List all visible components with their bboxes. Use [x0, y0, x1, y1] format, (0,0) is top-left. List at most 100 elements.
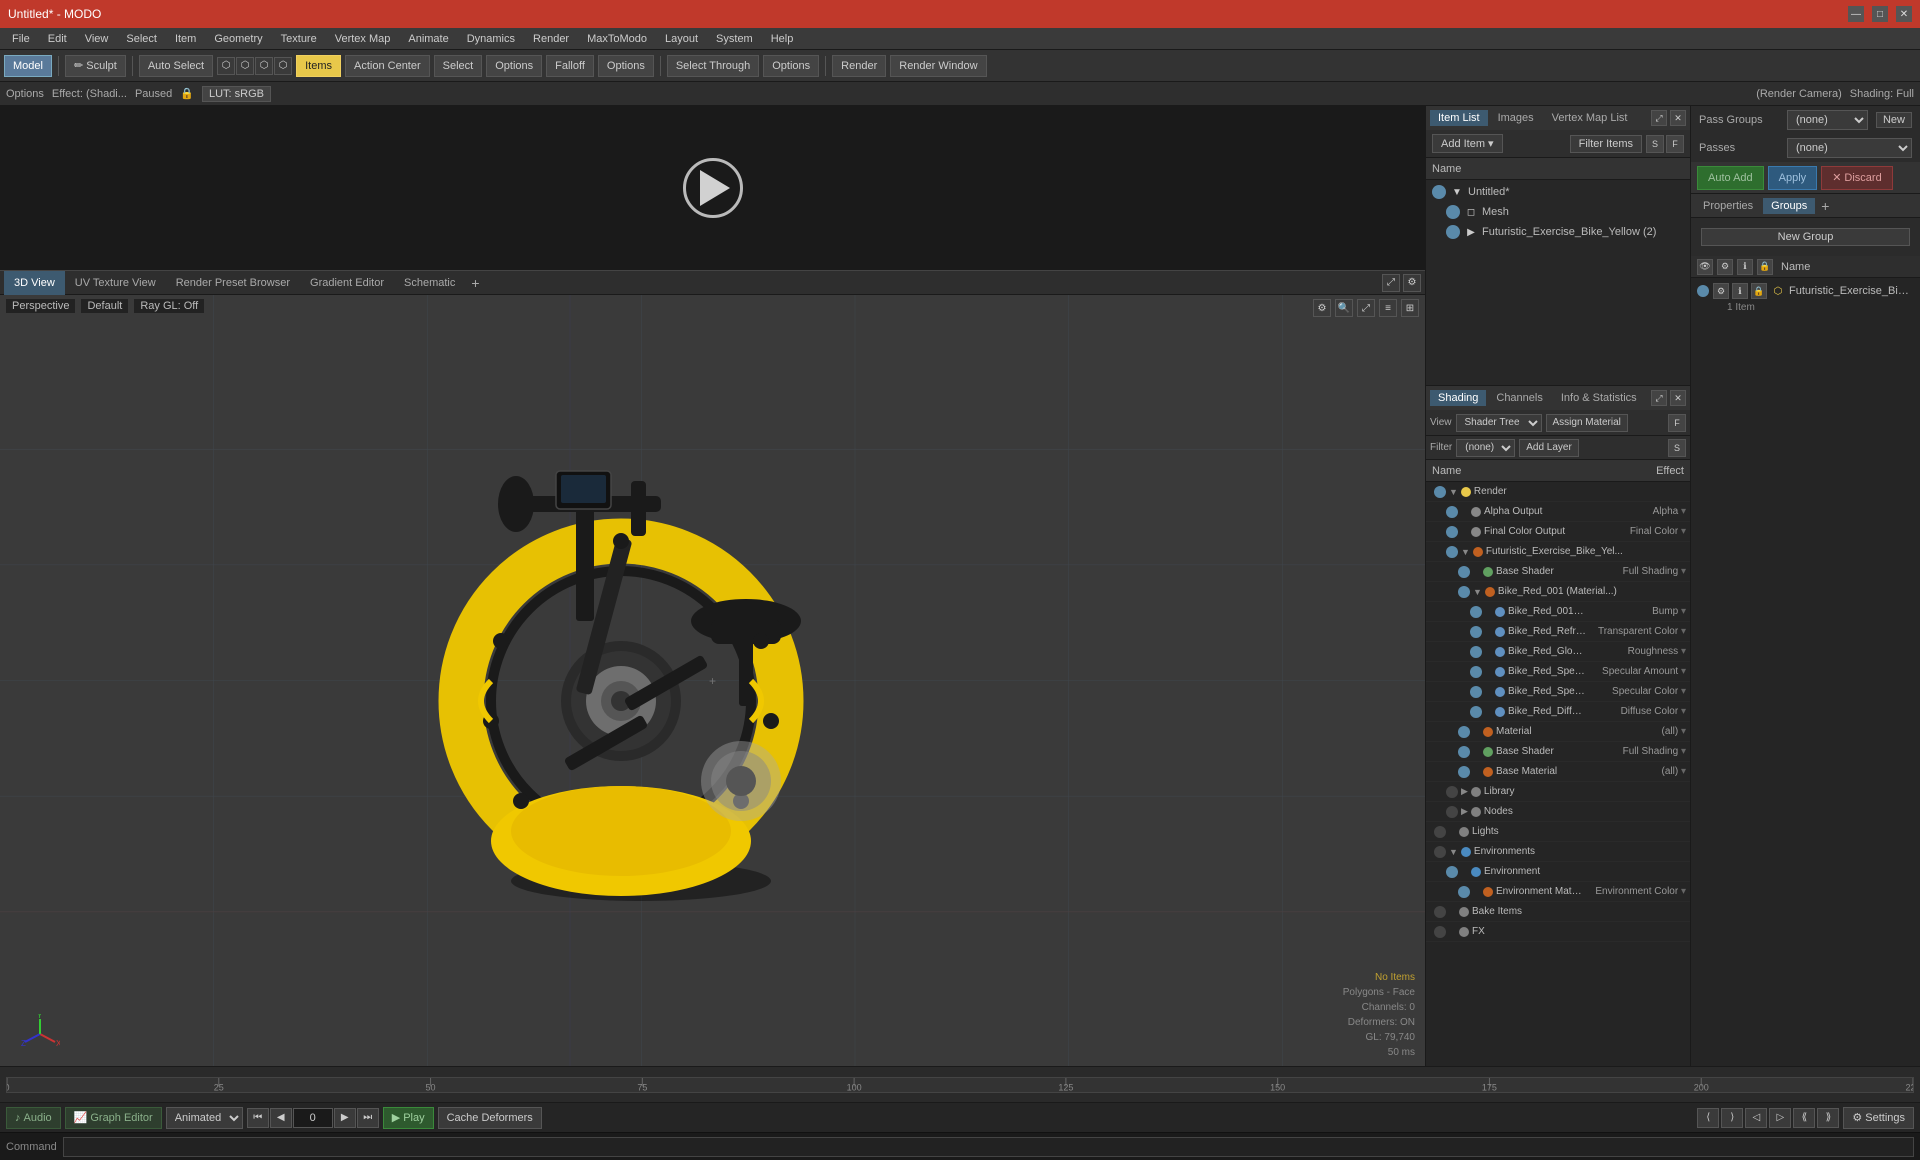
tab-render-preset-browser[interactable]: Render Preset Browser: [166, 271, 300, 295]
auto-add-button[interactable]: Auto Add: [1697, 166, 1764, 190]
select-button[interactable]: Select: [434, 55, 483, 77]
group-lock-icon[interactable]: 🔒: [1751, 283, 1767, 299]
prev-frame-button[interactable]: ◀: [270, 1108, 292, 1128]
group-row[interactable]: ⚙ ℹ 🔒 ⬡ Futuristic_Exercise_Bike_Y...: [1693, 280, 1918, 302]
item-eye-icon[interactable]: [1446, 205, 1460, 219]
shader-eye-icon[interactable]: [1458, 726, 1470, 738]
new-group-button[interactable]: New Group: [1701, 228, 1910, 246]
shader-eye-icon[interactable]: [1458, 766, 1470, 778]
lock-icon[interactable]: 🔒: [180, 87, 194, 100]
shader-eye-icon[interactable]: [1434, 926, 1446, 938]
menu-maxtomodo[interactable]: MaxToModo: [579, 31, 655, 47]
shader-eye-icon[interactable]: [1470, 666, 1482, 678]
shader-eye-icon[interactable]: [1446, 806, 1458, 818]
tab-info-statistics[interactable]: Info & Statistics: [1553, 390, 1645, 406]
item-row[interactable]: ▶ Futuristic_Exercise_Bike_Yellow (2): [1426, 222, 1690, 242]
shader-row[interactable]: Base Material(all) ▾: [1426, 762, 1690, 782]
close-button[interactable]: ✕: [1896, 6, 1912, 22]
f-button[interactable]: F: [1666, 135, 1684, 153]
filter-select[interactable]: (none): [1456, 439, 1515, 457]
skip-start-button[interactable]: ⏮: [247, 1108, 269, 1128]
shader-row[interactable]: Material(all) ▾: [1426, 722, 1690, 742]
apply-button[interactable]: Apply: [1768, 166, 1818, 190]
shader-row[interactable]: ▼Futuristic_Exercise_Bike_Yel...: [1426, 542, 1690, 562]
shader-eye-icon[interactable]: [1446, 546, 1458, 558]
viewport-icon-more[interactable]: ≡: [1379, 299, 1397, 317]
shader-eye-icon[interactable]: [1458, 886, 1470, 898]
command-input[interactable]: [63, 1137, 1914, 1157]
shader-row[interactable]: ▼Render: [1426, 482, 1690, 502]
mode-icon-4[interactable]: ⬡: [274, 57, 292, 75]
render-window-button[interactable]: Render Window: [890, 55, 986, 77]
falloff-button[interactable]: Falloff: [546, 55, 594, 77]
menu-file[interactable]: File: [4, 31, 38, 47]
next-frame-button[interactable]: ▶: [334, 1108, 356, 1128]
discard-button[interactable]: ✕ Discard: [1821, 166, 1893, 190]
pass-groups-select[interactable]: (none): [1787, 110, 1868, 130]
shader-eye-icon[interactable]: [1434, 846, 1446, 858]
tab-3d-view[interactable]: 3D View: [4, 271, 65, 295]
shader-row[interactable]: Bike_Red_Glossiness ...Roughness ▾: [1426, 642, 1690, 662]
shader-eye-icon[interactable]: [1470, 606, 1482, 618]
menu-system[interactable]: System: [708, 31, 761, 47]
maximize-button[interactable]: □: [1872, 6, 1888, 22]
item-row[interactable]: ◻ Mesh: [1426, 202, 1690, 222]
options1-button[interactable]: Options: [486, 55, 542, 77]
shader-eye-icon[interactable]: [1470, 626, 1482, 638]
menu-select[interactable]: Select: [118, 31, 165, 47]
shader-tree-select[interactable]: Shader Tree: [1456, 414, 1542, 432]
viewport-icon-grid[interactable]: ⊞: [1401, 299, 1419, 317]
panel-expand-icon[interactable]: ⤢: [1651, 110, 1667, 126]
skip-end-button[interactable]: ⏭: [357, 1108, 379, 1128]
shading-close-icon[interactable]: ✕: [1670, 390, 1686, 406]
transport-icon-5[interactable]: ⟪: [1793, 1108, 1815, 1128]
tab-item-list[interactable]: Item List: [1430, 110, 1488, 126]
shader-row[interactable]: Environment MaterialEnvironment Color ▾: [1426, 882, 1690, 902]
group-info-icon[interactable]: ℹ: [1732, 283, 1748, 299]
panel-close-icon[interactable]: ✕: [1670, 110, 1686, 126]
add-viewport-tab-button[interactable]: +: [465, 275, 485, 291]
menu-texture[interactable]: Texture: [273, 31, 325, 47]
preview-play-button[interactable]: [683, 158, 743, 218]
menu-dynamics[interactable]: Dynamics: [459, 31, 523, 47]
shader-expand-icon[interactable]: ▶: [1461, 806, 1468, 817]
shader-eye-icon[interactable]: [1434, 826, 1446, 838]
shader-row[interactable]: Alpha OutputAlpha ▾: [1426, 502, 1690, 522]
settings-button[interactable]: ⚙ Settings: [1843, 1107, 1914, 1129]
sculpt-button[interactable]: ✏ Sculpt: [65, 55, 126, 77]
menu-item[interactable]: Item: [167, 31, 204, 47]
tab-schematic[interactable]: Schematic: [394, 271, 465, 295]
items-button[interactable]: Items: [296, 55, 341, 77]
shader-eye-icon[interactable]: [1446, 866, 1458, 878]
shader-s-button[interactable]: S: [1668, 439, 1686, 457]
action-center-button[interactable]: Action Center: [345, 55, 430, 77]
shader-eye-icon[interactable]: [1470, 686, 1482, 698]
menu-render[interactable]: Render: [525, 31, 577, 47]
options3-button[interactable]: Options: [763, 55, 819, 77]
menu-animate[interactable]: Animate: [400, 31, 456, 47]
mode-icon-2[interactable]: ⬡: [236, 57, 254, 75]
shader-f-button[interactable]: F: [1668, 414, 1686, 432]
tab-shading[interactable]: Shading: [1430, 390, 1486, 406]
mode-icon-1[interactable]: ⬡: [217, 57, 235, 75]
assign-material-button[interactable]: Assign Material: [1546, 414, 1628, 432]
shader-row[interactable]: ▼Environments: [1426, 842, 1690, 862]
shader-eye-icon[interactable]: [1458, 746, 1470, 758]
shader-row[interactable]: FX: [1426, 922, 1690, 942]
viewport-icon-search[interactable]: 🔍: [1335, 299, 1353, 317]
shader-row[interactable]: Bike_Red_Refraction_...Transparent Color…: [1426, 622, 1690, 642]
shader-eye-icon[interactable]: [1446, 506, 1458, 518]
auto-select-button[interactable]: Auto Select: [139, 55, 213, 77]
passes-select[interactable]: (none): [1787, 138, 1912, 158]
shader-row[interactable]: Bake Items: [1426, 902, 1690, 922]
tab-vertex-map-list[interactable]: Vertex Map List: [1544, 110, 1636, 126]
tab-properties[interactable]: Properties: [1695, 198, 1761, 214]
shader-eye-icon[interactable]: [1434, 486, 1446, 498]
tab-channels[interactable]: Channels: [1488, 390, 1550, 406]
shader-eye-icon[interactable]: [1458, 566, 1470, 578]
new-pass-group-button[interactable]: New: [1876, 112, 1912, 128]
tab-uv-texture-view[interactable]: UV Texture View: [65, 271, 166, 295]
tab-images[interactable]: Images: [1490, 110, 1542, 126]
shader-expand-icon[interactable]: ▶: [1461, 786, 1468, 797]
viewport-icon-settings[interactable]: ⚙: [1313, 299, 1331, 317]
